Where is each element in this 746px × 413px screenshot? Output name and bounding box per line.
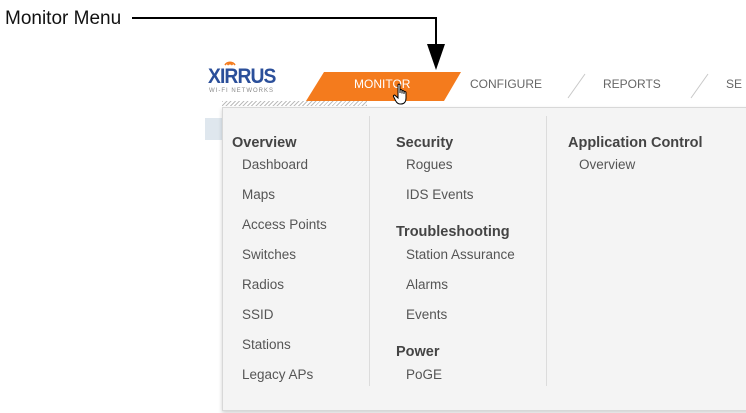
column-divider — [546, 116, 547, 386]
menu-item-stations[interactable]: Stations — [242, 337, 291, 352]
tab-shadow-hatch — [222, 101, 367, 106]
column-divider — [369, 116, 370, 386]
menu-item-access-points[interactable]: Access Points — [242, 217, 327, 232]
hand-cursor-icon — [392, 83, 407, 105]
tab-monitor[interactable]: MONITOR — [306, 70, 461, 102]
menu-item-maps[interactable]: Maps — [242, 187, 275, 202]
menu-item-legacy-aps[interactable]: Legacy APs — [242, 367, 313, 382]
tab-separator — [690, 73, 709, 99]
menu-item-switches[interactable]: Switches — [242, 247, 296, 262]
tab-reports[interactable]: REPORTS — [603, 77, 661, 91]
menu-item-station-assurance[interactable]: Station Assurance — [406, 247, 515, 262]
heading-power: Power — [396, 344, 440, 360]
menu-item-dashboard[interactable]: Dashboard — [242, 157, 308, 172]
menu-item-events[interactable]: Events — [406, 307, 447, 322]
monitor-dropdown-menu: Overview Dashboard Maps Access Points Sw… — [222, 107, 746, 411]
heading-application-control: Application Control — [568, 135, 703, 151]
screenshot-stage: Monitor Menu XIRRUS WI-FI NETWORKS MONIT… — [0, 0, 746, 413]
menu-item-ssid[interactable]: SSID — [242, 307, 274, 322]
menu-item-alarms[interactable]: Alarms — [406, 277, 448, 292]
tab-separator — [567, 73, 586, 99]
menu-item-rogues[interactable]: Rogues — [406, 157, 453, 172]
menu-item-app-overview[interactable]: Overview — [579, 157, 635, 172]
heading-security: Security — [396, 135, 454, 151]
tab-settings-partial[interactable]: SE — [726, 77, 742, 91]
menu-item-ids-events[interactable]: IDS Events — [406, 187, 474, 202]
background-content-strip — [205, 118, 223, 140]
menu-item-poge[interactable]: PoGE — [406, 367, 442, 382]
heading-troubleshooting: Troubleshooting — [396, 224, 510, 240]
menu-item-radios[interactable]: Radios — [242, 277, 284, 292]
xirrus-logo[interactable]: XIRRUS WI-FI NETWORKS — [204, 56, 294, 98]
logo-tagline: WI-FI NETWORKS — [209, 88, 274, 94]
tab-configure[interactable]: CONFIGURE — [470, 77, 542, 91]
logo-wordmark: XIRRUS — [208, 65, 276, 88]
heading-overview: Overview — [232, 135, 297, 151]
